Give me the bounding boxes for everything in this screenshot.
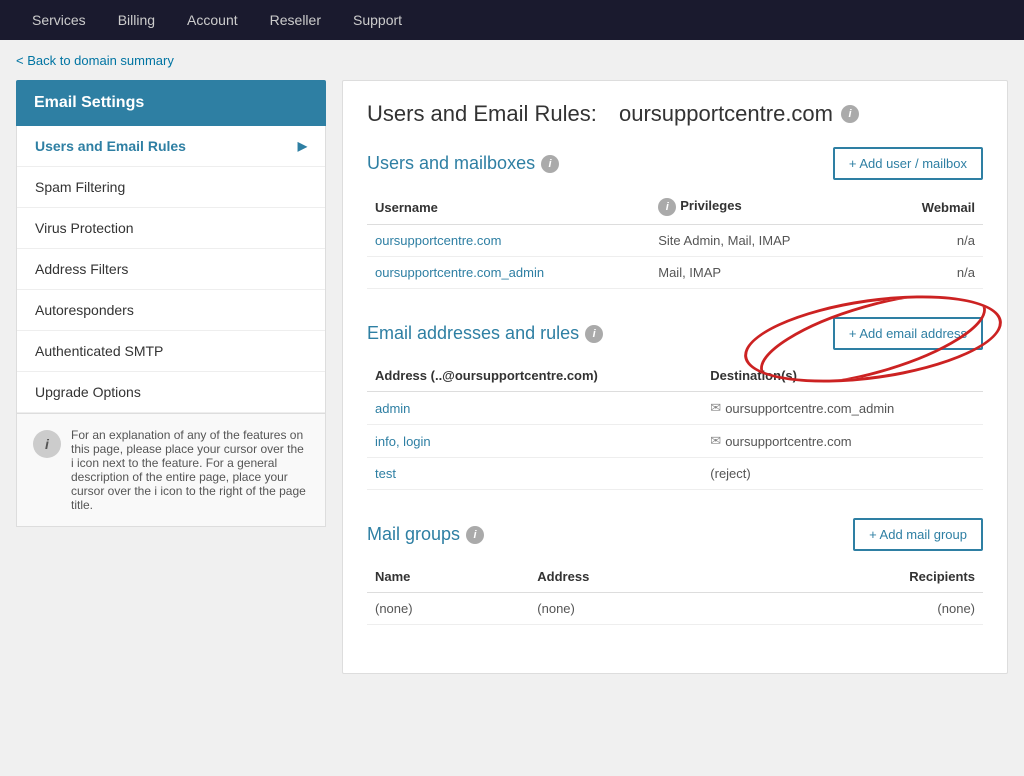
privileges-info-icon[interactable]: i — [658, 198, 676, 216]
back-link[interactable]: < Back to domain summary — [16, 53, 174, 68]
email-rules-info-icon[interactable]: i — [585, 325, 603, 343]
user-webmail: n/a — [877, 225, 983, 257]
col-destination: Destination(s) — [702, 362, 983, 392]
sidebar-item-label: Authenticated SMTP — [35, 343, 163, 359]
sidebar-item-autoresponders[interactable]: Autoresponders — [17, 290, 325, 331]
col-webmail: Webmail — [877, 192, 983, 225]
sidebar: Email Settings Users and Email Rules ▶ S… — [16, 80, 326, 527]
nav-support[interactable]: Support — [337, 0, 418, 40]
users-mailboxes-table: Username iPrivileges Webmail oursupportc… — [367, 192, 983, 289]
email-rules-section: Email addresses and rules i + Add email … — [367, 317, 983, 490]
sidebar-info: i For an explanation of any of the featu… — [16, 414, 326, 527]
group-address: (none) — [529, 593, 735, 625]
email-rules-header: Email addresses and rules i + Add email … — [367, 317, 983, 350]
page-title-prefix: Users and Email Rules: — [367, 101, 597, 127]
mail-icon: oursupportcentre.com_admin — [710, 400, 894, 416]
users-mailboxes-header: Users and mailboxes i + Add user / mailb… — [367, 147, 983, 180]
col-address: Address — [529, 563, 735, 593]
sidebar-item-virus-protection[interactable]: Virus Protection — [17, 208, 325, 249]
email-rule-destination: oursupportcentre.com — [702, 425, 983, 458]
top-navigation: Services Billing Account Reseller Suppor… — [0, 0, 1024, 40]
col-username: Username — [367, 192, 650, 225]
add-email-address-button[interactable]: + Add email address — [833, 317, 983, 350]
user-link[interactable]: oursupportcentre.com_admin — [375, 265, 544, 280]
user-link[interactable]: oursupportcentre.com — [375, 233, 501, 248]
page-title-domain: oursupportcentre.com — [619, 101, 833, 127]
sidebar-item-label: Autoresponders — [35, 302, 134, 318]
mail-groups-header: Mail groups i + Add mail group — [367, 518, 983, 551]
nav-account[interactable]: Account — [171, 0, 254, 40]
mail-groups-table: Name Address Recipients (none) (none) (n… — [367, 563, 983, 625]
col-privileges: iPrivileges — [650, 192, 877, 225]
table-row: info, login oursupportcentre.com — [367, 425, 983, 458]
user-privileges: Mail, IMAP — [650, 257, 877, 289]
sidebar-menu: Users and Email Rules ▶ Spam Filtering V… — [16, 126, 326, 414]
page-title: Users and Email Rules: oursupportcentre.… — [367, 101, 983, 127]
add-email-wrapper: + Add email address — [833, 317, 983, 350]
email-rules-table: Address (..@oursupportcentre.com) Destin… — [367, 362, 983, 490]
sidebar-info-text: For an explanation of any of the feature… — [71, 428, 309, 512]
mail-groups-info-icon[interactable]: i — [466, 526, 484, 544]
info-icon: i — [33, 430, 61, 458]
sidebar-title: Email Settings — [16, 80, 326, 126]
users-mailboxes-title: Users and mailboxes i — [367, 153, 559, 174]
email-rule-destination: (reject) — [702, 458, 983, 490]
col-name: Name — [367, 563, 529, 593]
group-recipients: (none) — [735, 593, 983, 625]
sidebar-item-users-email-rules[interactable]: Users and Email Rules ▶ — [17, 126, 325, 167]
sidebar-item-label: Address Filters — [35, 261, 128, 277]
mail-groups-title: Mail groups i — [367, 524, 484, 545]
sidebar-item-label: Users and Email Rules — [35, 138, 186, 154]
arrow-icon: ▶ — [298, 139, 307, 153]
email-rule-link[interactable]: test — [375, 466, 396, 481]
sidebar-item-label: Upgrade Options — [35, 384, 141, 400]
table-row: oursupportcentre.com Site Admin, Mail, I… — [367, 225, 983, 257]
sidebar-item-address-filters[interactable]: Address Filters — [17, 249, 325, 290]
nav-billing[interactable]: Billing — [102, 0, 171, 40]
sidebar-item-spam-filtering[interactable]: Spam Filtering — [17, 167, 325, 208]
nav-services[interactable]: Services — [16, 0, 102, 40]
email-rules-title: Email addresses and rules i — [367, 323, 603, 344]
sidebar-item-upgrade-options[interactable]: Upgrade Options — [17, 372, 325, 413]
group-name: (none) — [367, 593, 529, 625]
email-rule-destination: oursupportcentre.com_admin — [702, 392, 983, 425]
table-row: (none) (none) (none) — [367, 593, 983, 625]
table-row: admin oursupportcentre.com_admin — [367, 392, 983, 425]
nav-reseller[interactable]: Reseller — [254, 0, 337, 40]
col-recipients: Recipients — [735, 563, 983, 593]
mail-groups-section: Mail groups i + Add mail group Name Addr… — [367, 518, 983, 625]
user-privileges: Site Admin, Mail, IMAP — [650, 225, 877, 257]
mail-icon: oursupportcentre.com — [710, 433, 851, 449]
table-row: oursupportcentre.com_admin Mail, IMAP n/… — [367, 257, 983, 289]
add-mail-group-button[interactable]: + Add mail group — [853, 518, 983, 551]
table-row: test (reject) — [367, 458, 983, 490]
email-rule-link[interactable]: info, login — [375, 434, 431, 449]
col-address: Address (..@oursupportcentre.com) — [367, 362, 702, 392]
user-webmail: n/a — [877, 257, 983, 289]
add-user-mailbox-button[interactable]: + Add user / mailbox — [833, 147, 983, 180]
sidebar-item-authenticated-smtp[interactable]: Authenticated SMTP — [17, 331, 325, 372]
users-mailboxes-section: Users and mailboxes i + Add user / mailb… — [367, 147, 983, 289]
sidebar-item-label: Spam Filtering — [35, 179, 125, 195]
sidebar-item-label: Virus Protection — [35, 220, 134, 236]
main-content: Users and Email Rules: oursupportcentre.… — [342, 80, 1008, 674]
page-title-info-icon[interactable]: i — [841, 105, 859, 123]
users-mailboxes-info-icon[interactable]: i — [541, 155, 559, 173]
email-rule-link[interactable]: admin — [375, 401, 410, 416]
